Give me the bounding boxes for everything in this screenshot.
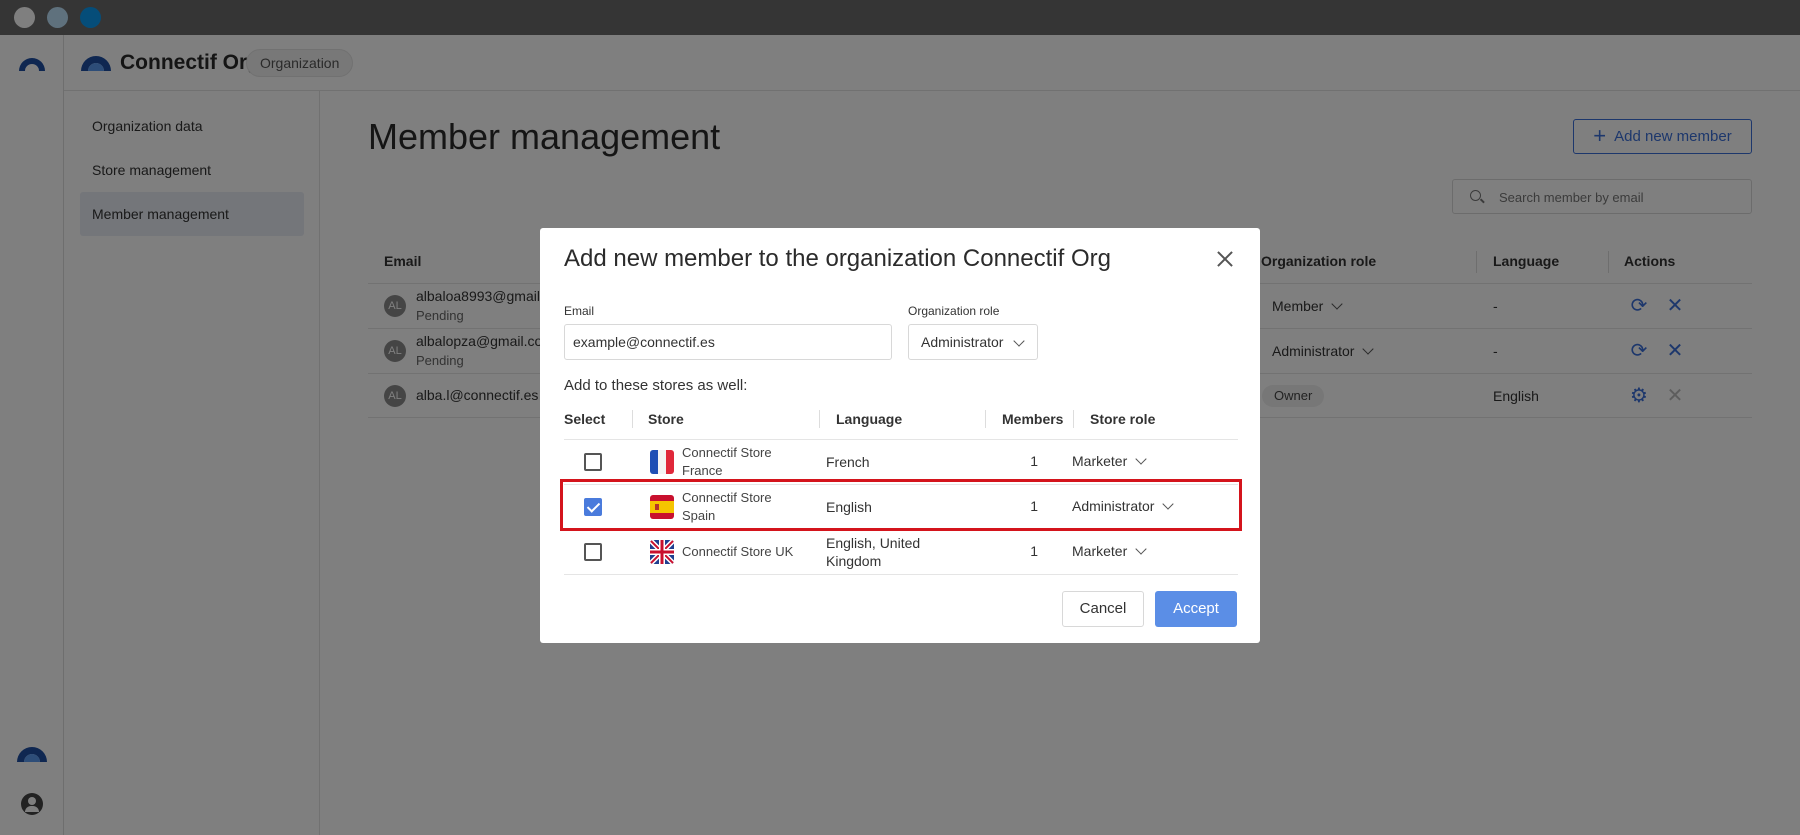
email-label: Email [564,304,595,318]
chevron-down-icon [1135,543,1147,555]
store-role-select[interactable]: Marketer [1072,453,1147,469]
column-separator [819,410,820,428]
column-header-language: Language [836,411,903,427]
column-header-select: Select [564,411,606,427]
store-members: 1 [1030,453,1038,469]
store-role-select[interactable]: Marketer [1072,543,1147,559]
store-members: 1 [1030,543,1038,559]
organization-role-label: Organization role [908,304,1000,318]
uk-flag-icon [650,540,674,564]
chevron-down-icon [1135,453,1147,465]
cancel-button[interactable]: Cancel [1062,591,1144,627]
store-select-checkbox[interactable] [584,543,602,561]
column-separator [1073,410,1074,428]
store-name: Connectif Store France [682,445,772,478]
store-select-checkbox[interactable] [584,453,602,471]
store-name: Connectif Store UK [682,544,794,559]
store-row-uk: Connectif Store UK English, United Kingd… [564,530,1238,575]
organization-role-value: Administrator [921,334,1004,350]
store-language: English, United Kingdom [826,535,921,569]
store-language: French [826,454,870,470]
stores-section-label: Add to these stores as well: [564,377,748,394]
column-header-store-role: Store role [1090,411,1156,427]
column-header-members: Members [1002,411,1064,427]
selection-highlight [560,479,1242,531]
stores-table-header: Select Store Language Members Store role [564,398,1238,440]
add-member-dialog: Add new member to the organization Conne… [540,228,1260,643]
column-header-store: Store [648,411,684,427]
close-icon[interactable] [1216,250,1234,268]
email-field[interactable] [564,324,892,360]
organization-role-select[interactable]: Administrator [908,324,1038,360]
store-role-value: Marketer [1072,543,1128,559]
column-separator [985,410,986,428]
dialog-title: Add new member to the organization Conne… [564,245,1111,272]
column-separator [632,410,633,428]
france-flag-icon [650,450,674,474]
store-role-value: Marketer [1072,453,1128,469]
accept-button[interactable]: Accept [1155,591,1237,627]
chevron-down-icon [1013,335,1025,347]
